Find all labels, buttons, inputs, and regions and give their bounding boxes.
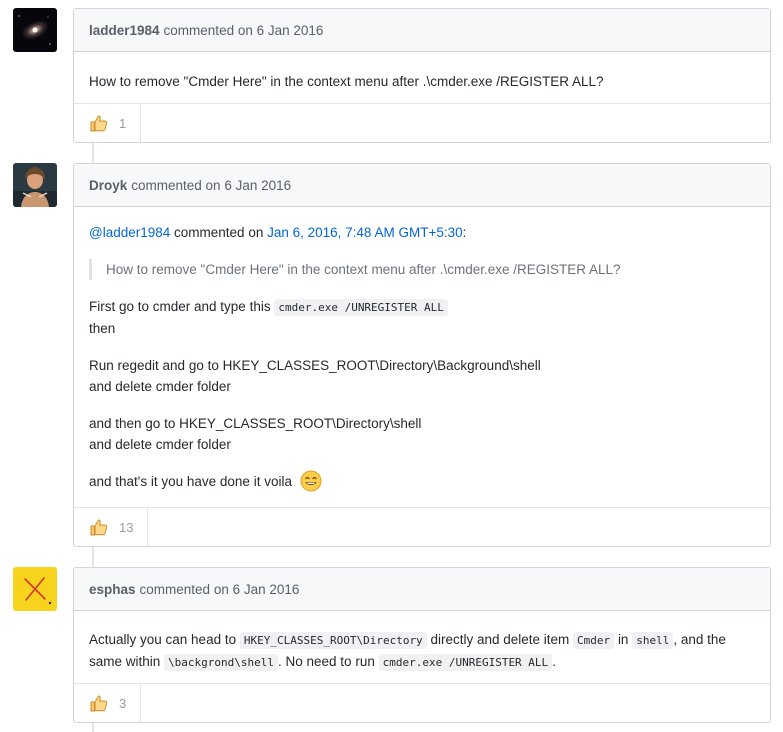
paragraph-text: and that's it you have done it voila — [89, 474, 292, 489]
avatar-droyk[interactable] — [13, 163, 57, 207]
comment-text: How to remove "Cmder Here" in the contex… — [89, 74, 604, 89]
timeline-connector — [92, 547, 94, 567]
comment-timestamp[interactable]: commented on 6 Jan 2016 — [131, 178, 291, 193]
paragraph-text: in — [617, 632, 629, 647]
paragraph-text: directly and delete item — [430, 632, 570, 647]
quoted-comment: How to remove "Cmder Here" in the contex… — [89, 259, 755, 280]
thumbs-up-icon — [90, 115, 108, 132]
reply-date-link[interactable]: Jan 6, 2016, 7:48 AM GMT+5:30 — [267, 225, 463, 240]
author-link[interactable]: esphas — [89, 582, 136, 597]
paragraph-text: . — [552, 654, 556, 669]
mention-link[interactable]: @ladder1984 — [89, 225, 170, 240]
paragraph-text: . No need to run — [278, 654, 375, 669]
paragraph-text: and then go to HKEY_CLASSES_ROOT\Directo… — [89, 416, 422, 431]
comment-header: Droyk commented on 6 Jan 2016 — [74, 164, 770, 207]
reactions-bar: 13 — [74, 507, 770, 546]
reaction-count: 1 — [119, 115, 127, 131]
avatar-ladder1984[interactable] — [13, 8, 57, 52]
reaction-count: 3 — [119, 695, 127, 711]
avatar-esphas[interactable] — [13, 567, 57, 611]
reactions-bar: 3 — [74, 683, 770, 722]
paragraph-text: First go to cmder and type this — [89, 299, 271, 314]
inline-code: cmder.exe /UNREGISTER ALL — [274, 299, 448, 316]
inline-code: Cmder — [573, 632, 615, 649]
reply-colon: : — [462, 225, 467, 240]
comment-header: ladder1984 commented on 6 Jan 2016 — [74, 9, 770, 52]
thumbs-up-reaction-button[interactable]: 1 — [74, 104, 142, 142]
comment-text: Actually you can head to HKEY_CLASSES_RO… — [89, 629, 755, 673]
reply-mid-text: commented on — [174, 225, 264, 240]
inline-code: shell — [632, 632, 674, 649]
smile-emoji-icon — [300, 470, 322, 492]
paragraph-then: and then go to HKEY_CLASSES_ROOT\Directo… — [89, 413, 755, 455]
comment-body: How to remove "Cmder Here" in the contex… — [74, 52, 770, 92]
inline-code: HKEY_CLASSES_ROOT\Directory — [239, 632, 427, 649]
paragraph-text: and delete cmder folder — [89, 437, 231, 452]
paragraph-text: Actually you can head to — [89, 632, 237, 647]
comment-ladder1984: ladder1984 commented on 6 Jan 2016 How t… — [73, 8, 771, 143]
comment-body: Actually you can head to HKEY_CLASSES_RO… — [74, 611, 770, 673]
paragraph-text: and delete cmder folder — [89, 379, 231, 394]
paragraph-first: First go to cmder and type this cmder.ex… — [89, 296, 755, 339]
thumbs-up-reaction-button[interactable]: 13 — [74, 508, 149, 546]
inline-code: cmder.exe /UNREGISTER ALL — [378, 654, 553, 671]
thumbs-up-icon — [90, 519, 108, 536]
timeline-connector — [92, 143, 94, 163]
comment-esphas: esphas commented on 6 Jan 2016 Actually … — [73, 567, 771, 723]
comment-header: esphas commented on 6 Jan 2016 — [74, 568, 770, 611]
comment-timestamp[interactable]: commented on 6 Jan 2016 — [164, 23, 324, 38]
paragraph-text: Run regedit and go to HKEY_CLASSES_ROOT\… — [89, 358, 541, 373]
reactions-bar: 1 — [74, 103, 770, 142]
timeline-connector — [92, 723, 94, 732]
paragraph-voila: and that's it you have done it voila — [89, 470, 755, 493]
author-link[interactable]: ladder1984 — [89, 23, 160, 38]
reaction-count: 13 — [119, 519, 134, 535]
comment-droyk: Droyk commented on 6 Jan 2016 @ladder198… — [73, 163, 771, 547]
comment-body: @ladder1984 commented on Jan 6, 2016, 7:… — [74, 207, 770, 493]
inline-code: \backgrond\shell — [164, 654, 279, 671]
author-link[interactable]: Droyk — [89, 178, 127, 193]
thumbs-up-icon — [90, 695, 108, 712]
comment-timestamp[interactable]: commented on 6 Jan 2016 — [140, 582, 300, 597]
reply-line: @ladder1984 commented on Jan 6, 2016, 7:… — [89, 222, 755, 243]
thumbs-up-reaction-button[interactable]: 3 — [74, 684, 142, 722]
paragraph-text: then — [89, 321, 116, 336]
paragraph-regedit: Run regedit and go to HKEY_CLASSES_ROOT\… — [89, 355, 755, 397]
